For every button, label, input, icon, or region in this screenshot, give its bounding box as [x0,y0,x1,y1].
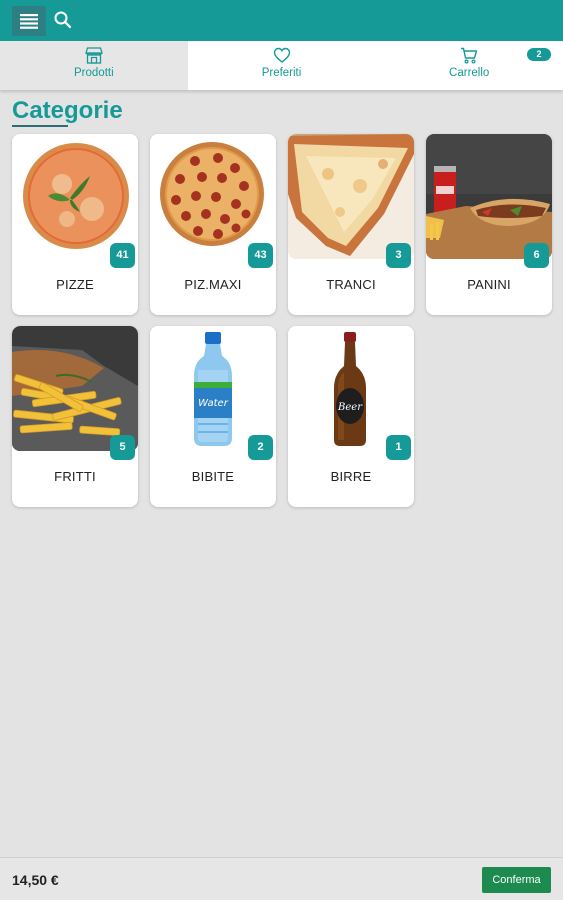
category-card-fritti[interactable]: 5 FRITTI [12,326,138,507]
category-name: PIZ.MAXI [184,277,242,292]
order-total: 14,50 € [12,872,59,888]
confirm-button[interactable]: Conferma [482,867,551,893]
category-name: TRANCI [326,277,376,292]
pizza-image [12,134,138,259]
category-card-pizze[interactable]: 41 PIZZE [12,134,138,315]
heart-icon [273,47,291,64]
tab-prodotti[interactable]: Prodotti [0,41,188,90]
beer-bottle-image: Beer [288,326,414,451]
category-card-bibite[interactable]: Water 2 BIBITE [150,326,276,507]
svg-text:Beer: Beer [337,402,363,413]
category-name: BIRRE [330,469,372,484]
fries-image [12,326,138,451]
tab-label: Carrello [449,67,490,79]
category-name: FRITTI [54,469,96,484]
page-title: Categorie [12,97,123,124]
svg-text:Water: Water [198,398,229,409]
tab-bar: Prodotti Preferiti Carrello [0,41,563,90]
category-card-piz-maxi[interactable]: 43 PIZ.MAXI [150,134,276,315]
category-card-panini[interactable]: 6 PANINI [426,134,552,315]
tab-preferiti[interactable]: Preferiti [188,41,376,90]
pepperoni-pizza-image [150,134,276,259]
title-underline [12,125,68,127]
cart-count-badge: 2 [527,48,551,61]
store-icon [84,47,103,64]
water-bottle-image: Water [150,326,276,451]
item-count-badge: 3 [386,243,411,268]
order-footer: 14,50 € Conferma [0,857,563,900]
item-count-badge: 6 [524,243,549,268]
pizza-slice-image [288,134,414,259]
category-card-birre[interactable]: Beer 1 BIRRE [288,326,414,507]
category-name: BIBITE [191,469,235,484]
category-name: PANINI [467,277,511,292]
hamburger-menu-icon[interactable] [12,6,46,36]
item-count-badge: 5 [110,435,135,460]
top-app-bar [0,0,563,41]
tab-label: Preferiti [261,67,302,79]
tab-label: Prodotti [74,67,114,79]
search-icon[interactable] [53,10,73,30]
item-count-badge: 2 [248,435,273,460]
sandwich-image [426,134,552,259]
item-count-badge: 1 [386,435,411,460]
category-card-tranci[interactable]: 3 TRANCI [288,134,414,315]
item-count-badge: 41 [110,243,135,268]
item-count-badge: 43 [248,243,273,268]
category-name: PIZZE [56,277,94,292]
cart-icon [460,47,478,64]
